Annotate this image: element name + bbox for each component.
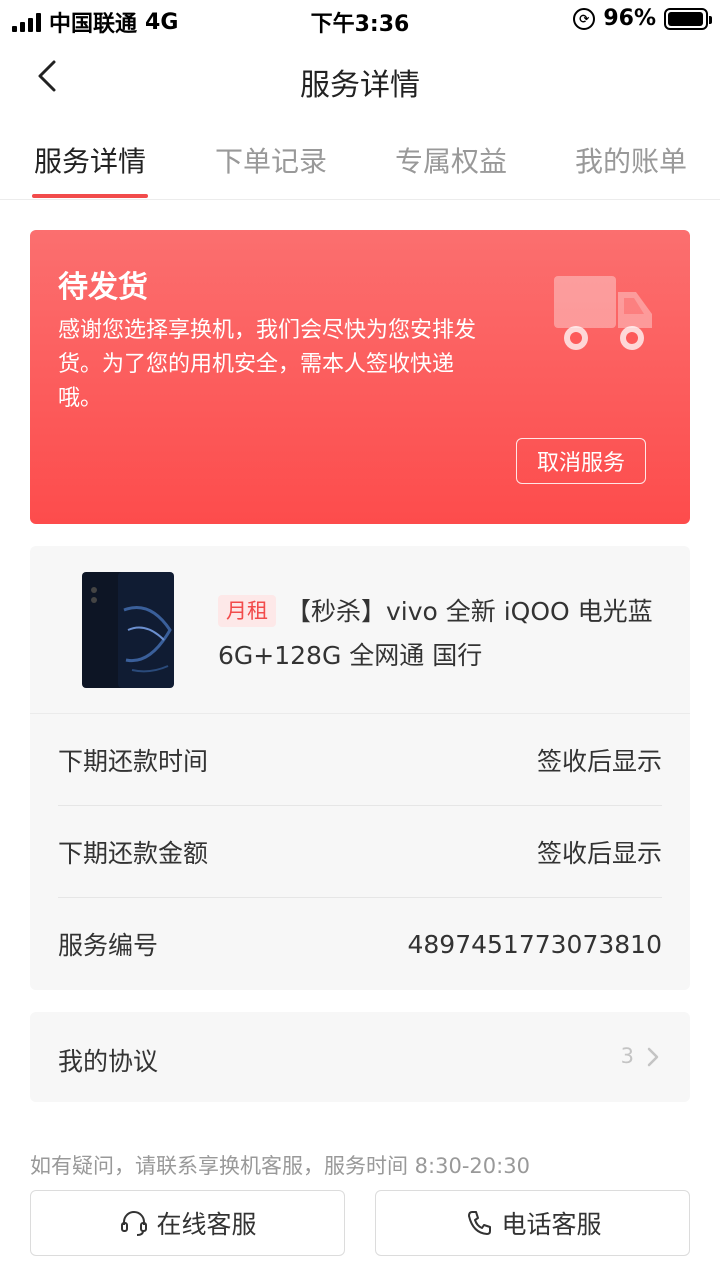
nav-bar: 服务详情 [0, 40, 720, 124]
battery-percent: 96% [603, 6, 656, 31]
next-payment-time-value: 签收后显示 [536, 746, 662, 776]
product-card: 月租 【秒杀】vivo 全新 iQOO 电光蓝 6G+128G 全网通 国行 下期… [30, 546, 690, 990]
agreement-count: 3 [620, 1044, 634, 1068]
status-right: ⟳ 96% [573, 6, 712, 31]
next-payment-amount-value: 签收后显示 [536, 838, 662, 868]
next-payment-amount-row: 下期还款金额 签收后显示 [58, 806, 662, 898]
order-status-card: 待发货 感谢您选择享换机，我们会尽快为您安排发货。为了您的用机安全，需本人签收快… [30, 230, 690, 524]
customer-service-buttons: 在线客服 电话客服 [30, 1190, 690, 1256]
battery-fill [668, 11, 703, 26]
service-number-value: 4897451773073810 [407, 929, 663, 959]
chevron-right-icon [647, 1047, 659, 1067]
online-service-button[interactable]: 在线客服 [30, 1190, 345, 1256]
tab-active-indicator [32, 194, 148, 198]
rotation-lock-icon: ⟳ [573, 7, 596, 30]
page-title: 服务详情 [300, 68, 420, 103]
product-name: 【秒杀】vivo 全新 iQOO 电光蓝 6G+128G 全网通 国行 [218, 597, 653, 670]
headset-icon [121, 1211, 148, 1236]
status-description: 感谢您选择享换机，我们会尽快为您安排发货。为了您的用机安全，需本人签收快递哦。 [58, 318, 477, 411]
next-payment-time-label: 下期还款时间 [58, 746, 209, 776]
tab-order-records[interactable]: 下单记录 [215, 140, 327, 180]
truck-icon [554, 276, 652, 350]
agreement-label: 我的协议 [58, 1047, 159, 1076]
service-number-label: 服务编号 [58, 931, 159, 960]
my-agreement-row[interactable]: 我的协议 3 [30, 1012, 690, 1102]
phone-service-button[interactable]: 电话客服 [375, 1190, 690, 1256]
status-title: 待发货 [58, 270, 148, 305]
tab-my-bills[interactable]: 我的账单 [575, 140, 687, 180]
rent-tag: 月租 [218, 595, 276, 627]
tab-exclusive-benefits[interactable]: 专属权益 [395, 140, 507, 180]
next-payment-amount-label: 下期还款金额 [58, 838, 209, 868]
next-payment-time-row: 下期还款时间 签收后显示 [58, 714, 662, 806]
cancel-service-button[interactable]: 取消服务 [516, 438, 646, 484]
phone-image [82, 572, 174, 688]
online-service-label: 在线客服 [156, 1210, 257, 1239]
service-number-row: 服务编号 4897451773073810 [58, 898, 662, 990]
product-summary[interactable]: 月租 【秒杀】vivo 全新 iQOO 电光蓝 6G+128G 全网通 国行 [30, 546, 690, 714]
product-info: 月租 【秒杀】vivo 全新 iQOO 电光蓝 6G+128G 全网通 国行 [218, 590, 658, 678]
tab-service-details[interactable]: 服务详情 [34, 140, 146, 180]
status-bar: 中国联通 4G 下午3:36 ⟳ 96% [0, 0, 720, 40]
phone-icon [468, 1211, 492, 1235]
phone-service-label: 电话客服 [501, 1210, 602, 1239]
help-text: 如有疑问，请联系享换机客服，服务时间 8:30-20:30 [30, 1154, 530, 1178]
battery-icon [664, 7, 712, 30]
tab-bar: 服务详情 下单记录 专属权益 我的账单 [0, 124, 720, 200]
